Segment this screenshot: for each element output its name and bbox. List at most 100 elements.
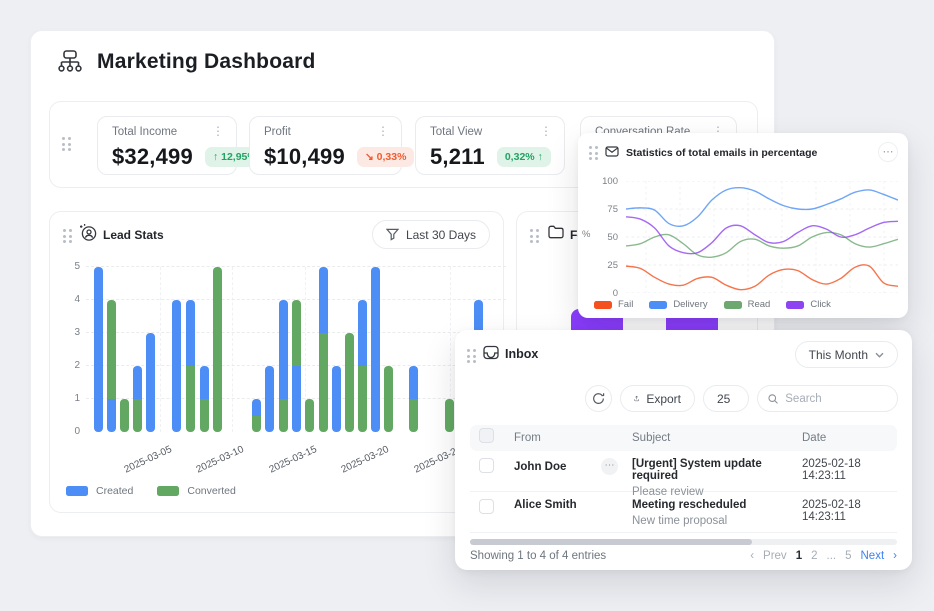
legend-swatch — [724, 301, 742, 309]
legend-item: Read — [724, 299, 771, 310]
bar-segment — [445, 399, 454, 432]
chart-bar — [107, 300, 116, 432]
search-box — [757, 385, 898, 412]
legend-label: Click — [810, 299, 831, 310]
search-input[interactable] — [785, 393, 887, 405]
page-size-value: 25 — [717, 392, 730, 406]
drag-handle-icon[interactable] — [467, 349, 476, 363]
bar-segment — [358, 300, 367, 366]
page-number[interactable]: 2 — [811, 550, 817, 562]
date-cell: 2025-02-18 14:23:11 — [802, 458, 897, 482]
more-options-icon[interactable]: ⋯ — [878, 142, 898, 162]
chart-bar — [200, 366, 209, 432]
chart-bar — [409, 366, 418, 432]
lead-stats-title: Lead Stats — [103, 228, 164, 242]
page-number[interactable]: 5 — [845, 550, 851, 562]
chart-bar — [371, 267, 380, 432]
chart-bar — [120, 399, 129, 432]
legend-item: Converted — [157, 485, 235, 497]
email-stats-title: Statistics of total emails in percentage — [626, 147, 817, 159]
y-axis-tick: 4 — [58, 294, 80, 305]
period-dropdown[interactable]: This Month — [795, 341, 898, 368]
export-button[interactable]: Export — [620, 385, 695, 412]
row-menu-icon[interactable]: ⋯ — [601, 458, 618, 475]
column-header: Date — [802, 432, 897, 444]
bar-segment — [305, 399, 314, 432]
entries-summary: Showing 1 to 4 of 4 entries — [470, 550, 606, 562]
horizontal-scrollbar[interactable] — [470, 539, 897, 545]
bar-segment — [319, 333, 328, 432]
y-axis-tick: 75 — [592, 204, 618, 215]
inbox-card: Inbox This Month Export 25 — [455, 330, 912, 570]
page-title: Marketing Dashboard — [97, 50, 316, 74]
bar-segment — [384, 366, 393, 432]
period-label: This Month — [809, 348, 868, 362]
email-chart-y-label: % — [582, 229, 590, 240]
legend-swatch — [649, 301, 667, 309]
stat-card-value: 5,211 — [430, 144, 485, 170]
bar-segment — [292, 300, 301, 366]
lead-stats-legend: Created Converted — [66, 485, 236, 497]
drag-handle-icon[interactable] — [63, 229, 72, 243]
bar-segment — [213, 267, 222, 432]
chart-bar — [305, 399, 314, 432]
from-cell: John Doe⋯ — [514, 458, 632, 475]
scrollbar-thumb[interactable] — [470, 539, 752, 545]
stat-card-label: Total View — [430, 126, 482, 138]
table-row[interactable]: John Doe⋯[Urgent] System update required… — [470, 451, 897, 492]
table-row[interactable]: Alice SmithMeeting rescheduledNew time p… — [470, 492, 897, 533]
refresh-button[interactable] — [585, 385, 612, 412]
prev-chevron-icon[interactable]: ‹ — [750, 550, 754, 562]
legend-item: Created — [66, 485, 133, 497]
next-button[interactable]: Next — [861, 550, 885, 562]
email-stats-chart — [626, 181, 898, 293]
bar-segment — [409, 366, 418, 399]
export-label: Export — [646, 392, 681, 406]
prev-button[interactable]: Prev — [763, 550, 787, 562]
legend-swatch — [786, 301, 804, 309]
date-range-label: Last 30 Days — [406, 228, 476, 242]
chart-bar — [213, 267, 222, 432]
bar-segment — [279, 300, 288, 399]
chart-bar — [292, 300, 301, 432]
legend-label: Created — [96, 485, 133, 497]
drag-handle-icon[interactable] — [530, 229, 539, 243]
export-icon — [634, 392, 639, 405]
y-axis-tick: 100 — [592, 176, 618, 187]
legend-swatch — [594, 301, 612, 309]
chart-bar — [279, 300, 288, 432]
bar-segment — [279, 399, 288, 432]
page-number[interactable]: 1 — [796, 550, 802, 562]
stat-card-menu-icon[interactable]: ⋮ — [377, 126, 389, 136]
bar-segment — [120, 399, 129, 432]
row-checkbox[interactable] — [479, 499, 494, 514]
legend-item: Delivery — [649, 299, 707, 310]
next-chevron-icon[interactable]: › — [893, 550, 897, 562]
bar-segment — [107, 300, 116, 399]
date-range-filter-button[interactable]: Last 30 Days — [372, 220, 490, 249]
bar-segment — [345, 333, 354, 432]
stat-card-label: Profit — [264, 126, 291, 138]
page: Marketing Dashboard Total Income⋮$32,499… — [0, 0, 934, 611]
leads-icon — [79, 223, 98, 242]
subject-preview: New time proposal — [632, 515, 802, 527]
drag-handle-icon[interactable] — [62, 137, 71, 151]
x-axis-tick: 2025-03-15 — [268, 444, 319, 476]
chart-bar — [94, 267, 103, 432]
row-checkbox[interactable] — [479, 458, 494, 473]
stat-card-value: $32,499 — [112, 144, 193, 170]
select-all-checkbox[interactable] — [479, 428, 494, 443]
stat-card-menu-icon[interactable]: ⋮ — [540, 126, 552, 136]
bar-segment — [200, 366, 209, 399]
page-size-dropdown[interactable]: 25 — [703, 385, 749, 412]
chart-bar — [186, 300, 195, 432]
chart-bar — [445, 399, 454, 432]
line-series-fail — [626, 265, 898, 290]
page-number[interactable]: ... — [827, 550, 837, 562]
bar-segment — [200, 399, 209, 432]
funnel-icon — [386, 228, 399, 241]
chart-bar — [345, 333, 354, 432]
drag-handle-icon[interactable] — [589, 146, 598, 160]
stat-card-menu-icon[interactable]: ⋮ — [212, 126, 224, 136]
stat-card: Total Income⋮$32,499↑ 12,95% — [97, 116, 237, 175]
